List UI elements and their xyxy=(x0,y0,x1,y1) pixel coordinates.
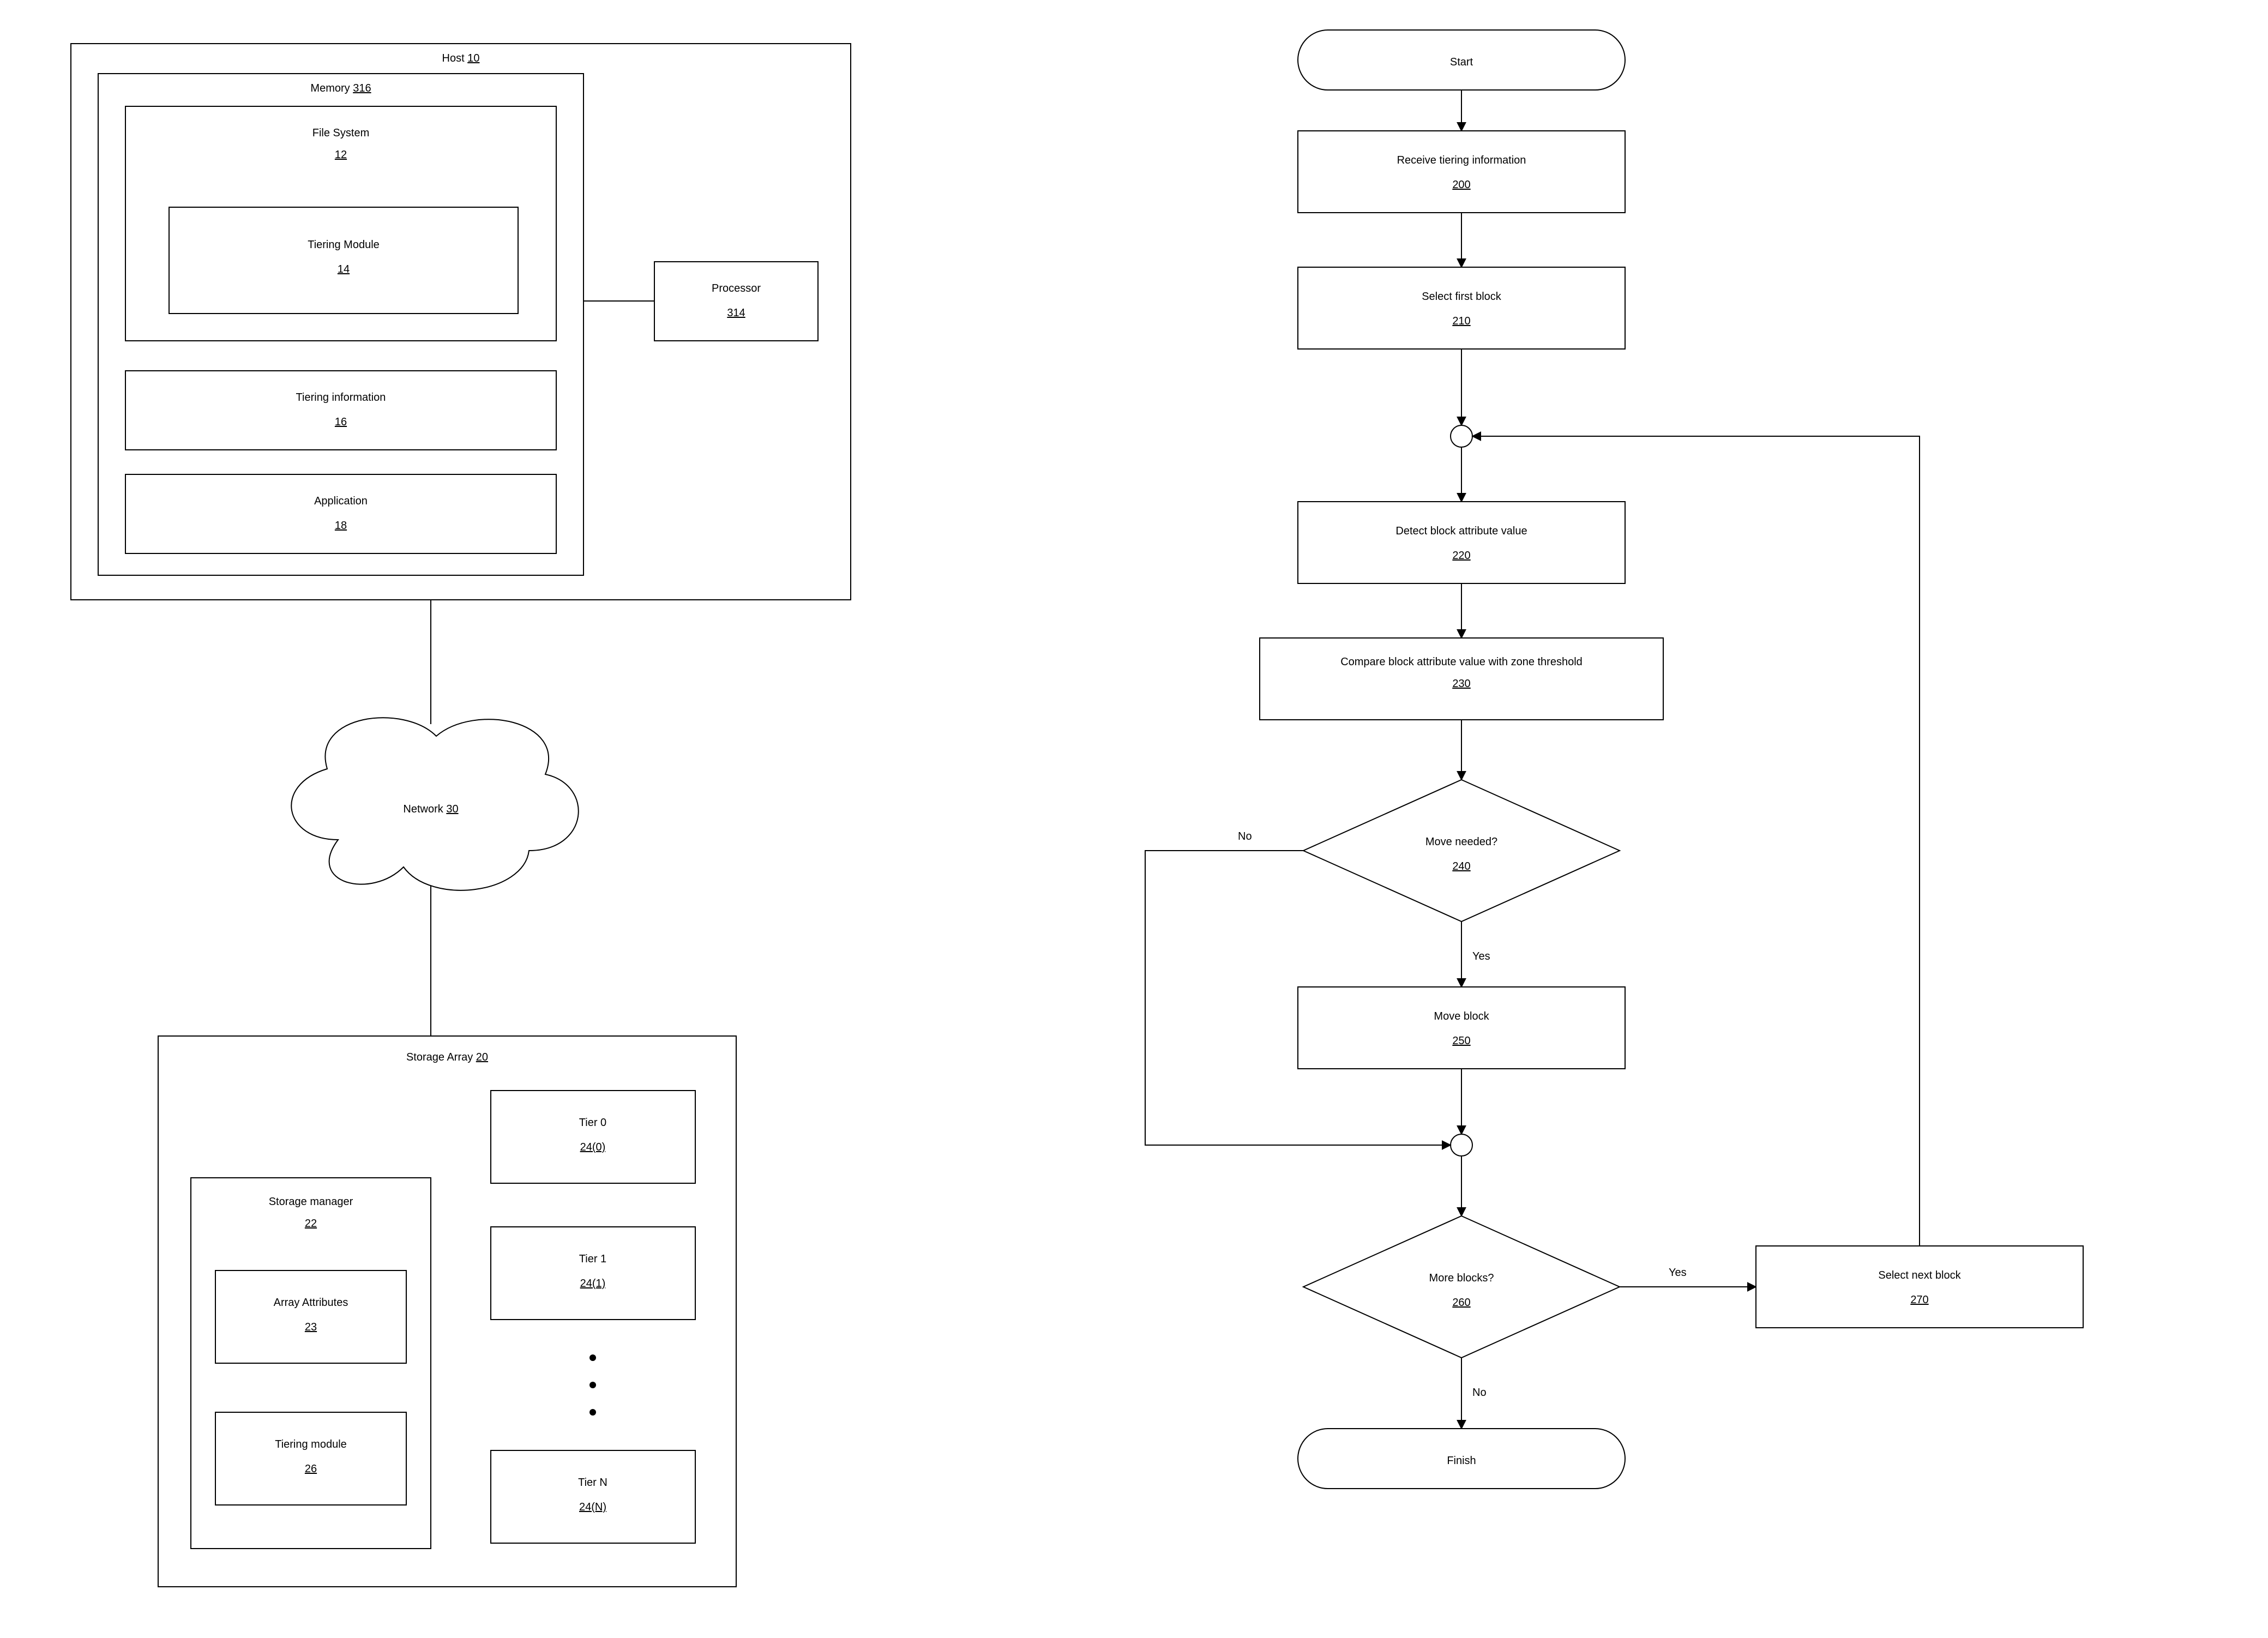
tier1-box xyxy=(491,1227,695,1320)
application-box xyxy=(125,474,556,553)
step-270-box xyxy=(1756,1246,2083,1328)
junction-1 xyxy=(1451,425,1472,447)
processor-num: 314 xyxy=(727,307,745,319)
memory-label: Memory 316 xyxy=(310,82,371,94)
decision-240-num: 240 xyxy=(1452,860,1470,872)
tiering-module-box xyxy=(169,207,518,314)
junction-2 xyxy=(1451,1134,1472,1156)
step-200-box xyxy=(1298,131,1625,213)
tiering-module2-num: 26 xyxy=(305,1463,317,1475)
step-200-num: 200 xyxy=(1452,179,1470,191)
step-250-box xyxy=(1298,987,1625,1069)
step-230-num: 230 xyxy=(1452,678,1470,690)
tiering-info-num: 16 xyxy=(335,416,347,428)
tierN-box xyxy=(491,1450,695,1543)
tiering-module-label: Tiering Module xyxy=(308,239,380,251)
tier1-num: 24(1) xyxy=(580,1278,606,1290)
edge-260-no: No xyxy=(1472,1387,1487,1399)
decision-240-label: Move needed? xyxy=(1425,836,1497,848)
decision-260-num: 260 xyxy=(1452,1297,1470,1309)
storage-array-label: Storage Array 20 xyxy=(406,1051,488,1063)
host-label: Host 10 xyxy=(442,52,480,64)
tier0-box xyxy=(491,1091,695,1183)
array-attributes-box xyxy=(215,1270,406,1363)
step-270-num: 270 xyxy=(1910,1294,1928,1306)
filesystem-label: File System xyxy=(312,127,369,139)
edge-240-no: No xyxy=(1238,830,1252,842)
tier0-label: Tier 0 xyxy=(579,1117,606,1129)
storage-manager-num: 22 xyxy=(305,1218,317,1230)
array-attributes-label: Array Attributes xyxy=(274,1297,348,1309)
step-210-num: 210 xyxy=(1452,315,1470,327)
tierN-label: Tier N xyxy=(578,1477,607,1489)
step-250-num: 250 xyxy=(1452,1035,1470,1047)
decision-260-label: More blocks? xyxy=(1429,1272,1494,1284)
edge-240-yes: Yes xyxy=(1472,950,1490,962)
svg-text:230: 230 xyxy=(1452,678,1470,690)
network-label: Network 30 xyxy=(403,803,458,815)
tierN-num: 24(N) xyxy=(579,1501,606,1513)
tiering-module2-label: Tiering module xyxy=(275,1438,347,1450)
step-220-box xyxy=(1298,502,1625,583)
step-230-label: Compare block attribute value with zone … xyxy=(1340,656,1583,668)
decision-260 xyxy=(1303,1216,1620,1358)
decision-240 xyxy=(1303,780,1620,922)
array-attributes-num: 23 xyxy=(305,1321,317,1333)
tier1-label: Tier 1 xyxy=(579,1253,606,1265)
filesystem-num: 12 xyxy=(335,149,347,161)
application-label: Application xyxy=(314,495,368,507)
tiering-module-num: 14 xyxy=(338,263,350,275)
tier0-num: 24(0) xyxy=(580,1141,606,1153)
edge-260-yes: Yes xyxy=(1669,1267,1687,1279)
step-220-label: Detect block attribute value xyxy=(1395,525,1527,537)
finish-label: Finish xyxy=(1447,1455,1476,1467)
step-210-box xyxy=(1298,267,1625,349)
step-220-num: 220 xyxy=(1452,550,1470,562)
storage-manager-label: Storage manager xyxy=(269,1196,353,1208)
processor-label: Processor xyxy=(712,282,761,294)
step-270-label: Select next block xyxy=(1878,1269,1961,1281)
tiering-module2-box xyxy=(215,1412,406,1505)
application-num: 18 xyxy=(335,520,347,532)
processor-box xyxy=(654,262,818,341)
step-250-label: Move block xyxy=(1434,1010,1489,1022)
tiering-info-box xyxy=(125,371,556,450)
tiering-info-label: Tiering information xyxy=(296,392,386,404)
diagram-canvas: Host 10 Memory 316 File System 12 Tierin… xyxy=(0,0,2268,1638)
step-200-label: Receive tiering information xyxy=(1397,154,1526,166)
step-210-label: Select first block xyxy=(1422,291,1502,303)
start-label: Start xyxy=(1450,56,1473,68)
